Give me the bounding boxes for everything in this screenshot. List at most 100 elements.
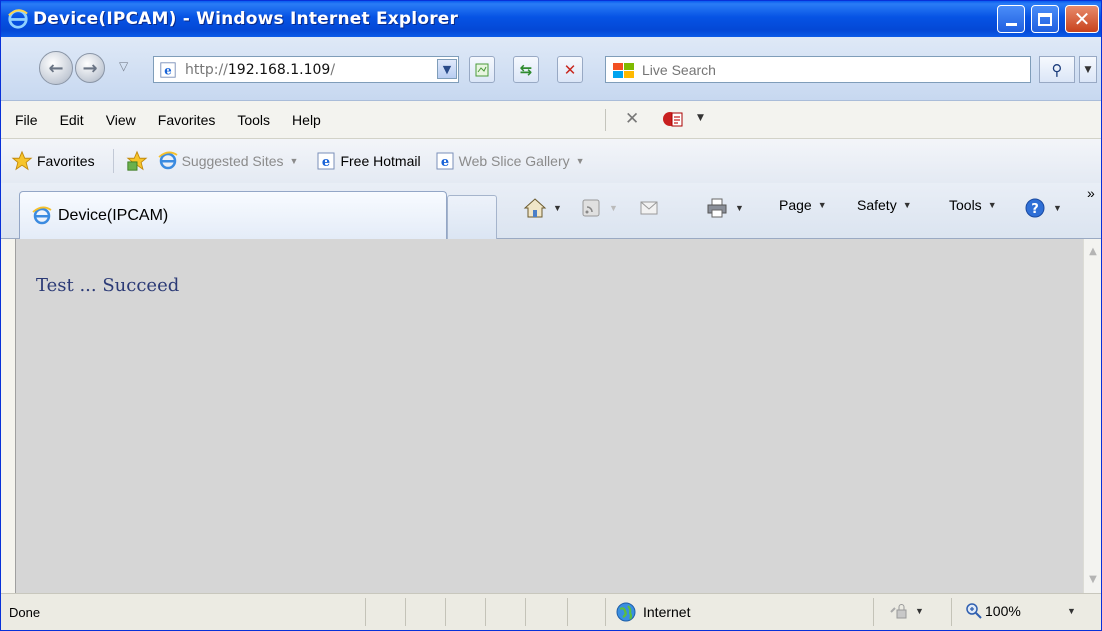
compatibility-view-button[interactable] xyxy=(469,56,495,83)
tab-bar: Device(IPCAM) ▼ ▼ ▼ Page ▼ Safety ▼ Tool… xyxy=(1,183,1101,239)
favorites-bar: Favorites Suggested Sites ▼ e Free Hotma… xyxy=(1,139,1101,183)
mail-icon xyxy=(640,201,658,215)
compatibility-view-icon xyxy=(475,63,489,76)
browser-window: Device(IPCAM) - Windows Internet Explore… xyxy=(0,0,1102,631)
svg-text:e: e xyxy=(440,155,448,170)
menu-favorites[interactable]: Favorites xyxy=(158,112,216,128)
favorites-link-suggested-sites[interactable]: Suggested Sites ▼ xyxy=(157,151,299,171)
page-icon: e xyxy=(160,61,176,78)
add-to-favorites-icon[interactable] xyxy=(126,150,148,172)
scroll-up-icon[interactable]: ▲ xyxy=(1086,245,1100,259)
maximize-icon xyxy=(1038,12,1052,26)
chevron-down-icon[interactable]: ▼ xyxy=(697,113,704,123)
vertical-scrollbar[interactable]: ▲ ▼ xyxy=(1083,239,1101,593)
help-menu-button[interactable]: ? ▼ xyxy=(1023,197,1062,219)
page-icon: e xyxy=(436,152,454,170)
chevron-down-icon: ▼ xyxy=(902,200,912,210)
menu-help[interactable]: Help xyxy=(292,112,321,128)
home-icon xyxy=(523,198,547,218)
title-bar: Device(IPCAM) - Windows Internet Explore… xyxy=(1,1,1101,37)
page-menu-button[interactable]: Page ▼ xyxy=(779,197,827,213)
menu-view[interactable]: View xyxy=(106,112,136,128)
ie-logo-icon xyxy=(8,9,28,29)
ie-globe-icon xyxy=(32,206,52,224)
status-divider xyxy=(445,598,446,626)
internet-globe-icon xyxy=(616,602,636,622)
menu-file[interactable]: File xyxy=(15,112,38,128)
refresh-button[interactable]: ⇆ xyxy=(513,56,539,83)
zoom-magnifier-icon xyxy=(966,603,982,619)
chevron-down-icon: ▼ xyxy=(817,200,827,210)
home-button[interactable]: ▼ xyxy=(523,197,562,219)
maximize-button[interactable] xyxy=(1031,5,1059,33)
tools-menu-button[interactable]: Tools ▼ xyxy=(949,197,997,213)
stop-icon: ✕ xyxy=(563,60,577,79)
page-content: Test ... Succeed xyxy=(15,239,1083,593)
search-go-button[interactable]: ⚲ xyxy=(1039,56,1075,83)
close-icon: ✕ xyxy=(1073,7,1091,31)
toolbar-overflow-button[interactable]: » xyxy=(1087,185,1095,201)
status-divider xyxy=(365,598,366,626)
address-toolbar: ← → ▽ e http://192.168.1.109/ ▼ ⇆ ✕ Live… xyxy=(1,37,1101,101)
page-icon: e xyxy=(317,152,335,170)
zoom-dropdown[interactable]: ▼ xyxy=(1061,606,1076,616)
chevron-down-icon: ▼ xyxy=(735,203,744,213)
favorites-link-web-slice-gallery[interactable]: e Web Slice Gallery ▼ xyxy=(435,151,585,171)
zoom-button[interactable]: 100% xyxy=(965,602,1021,620)
feeds-button[interactable]: ▼ xyxy=(579,197,618,219)
protected-mode-button[interactable]: ▼ xyxy=(889,602,924,620)
tab-label: Device(IPCAM) xyxy=(58,206,169,224)
favorites-button[interactable]: Favorites xyxy=(37,153,95,169)
security-zone[interactable]: Internet xyxy=(615,601,690,623)
close-toolbar-icon[interactable]: ✕ xyxy=(625,109,639,129)
svg-text:e: e xyxy=(164,63,171,77)
svg-text:?: ? xyxy=(1031,202,1039,217)
favorites-star-icon xyxy=(11,150,33,171)
chevron-down-icon: ▼ xyxy=(1053,203,1062,213)
chevron-down-icon: ▼ xyxy=(442,62,452,76)
safety-menu-button[interactable]: Safety ▼ xyxy=(857,197,912,213)
status-text: Done xyxy=(9,605,41,620)
status-bar: Done Internet ▼ 100% ▼ xyxy=(1,593,1101,630)
pdf-convert-icon[interactable] xyxy=(661,109,685,129)
forward-arrow-icon: → xyxy=(82,57,98,79)
new-tab-button[interactable] xyxy=(447,195,497,239)
chevron-down-icon: ▼ xyxy=(1084,64,1092,75)
menu-tools[interactable]: Tools xyxy=(237,112,270,128)
status-divider xyxy=(605,598,606,626)
scroll-down-icon[interactable]: ▼ xyxy=(1086,573,1100,587)
menu-edit[interactable]: Edit xyxy=(60,112,84,128)
minimize-icon xyxy=(1005,22,1017,26)
status-divider xyxy=(873,598,874,626)
search-box[interactable] xyxy=(605,56,1031,83)
print-button[interactable]: ▼ xyxy=(705,197,744,219)
address-field[interactable]: e http://192.168.1.109/ xyxy=(153,56,459,83)
chevron-down-icon: ▼ xyxy=(987,200,997,210)
stop-button[interactable]: ✕ xyxy=(557,56,583,83)
back-arrow-icon: ← xyxy=(48,57,64,79)
read-mail-button[interactable] xyxy=(637,197,661,219)
ie-globe-icon xyxy=(157,151,178,170)
test-result-message: Test ... Succeed xyxy=(36,275,180,296)
favorites-divider xyxy=(112,149,114,173)
chevron-down-icon: ▼ xyxy=(289,156,299,166)
favorites-link-free-hotmail[interactable]: e Free Hotmail xyxy=(316,151,421,171)
recent-pages-dropdown-icon[interactable]: ▽ xyxy=(119,59,128,73)
status-divider xyxy=(525,598,526,626)
search-input[interactable] xyxy=(642,61,1022,78)
svg-text:e: e xyxy=(322,155,330,170)
rss-feed-icon xyxy=(582,199,600,217)
chevron-down-icon: ▼ xyxy=(915,606,924,616)
menu-bar: File Edit View Favorites Tools Help ✕ ▼ xyxy=(1,101,1101,139)
close-button[interactable]: ✕ xyxy=(1065,5,1099,33)
search-options-dropdown[interactable]: ▼ xyxy=(1079,56,1097,83)
minimize-button[interactable] xyxy=(997,5,1025,33)
help-icon: ? xyxy=(1025,198,1045,218)
address-dropdown-button[interactable]: ▼ xyxy=(437,59,457,79)
chevron-down-icon: ▼ xyxy=(553,203,562,213)
tab-device-ipcam[interactable]: Device(IPCAM) xyxy=(19,191,447,239)
forward-button[interactable]: → xyxy=(75,53,105,83)
search-icon: ⚲ xyxy=(1051,60,1063,79)
refresh-icon: ⇆ xyxy=(519,60,533,79)
back-button[interactable]: ← xyxy=(39,51,73,85)
